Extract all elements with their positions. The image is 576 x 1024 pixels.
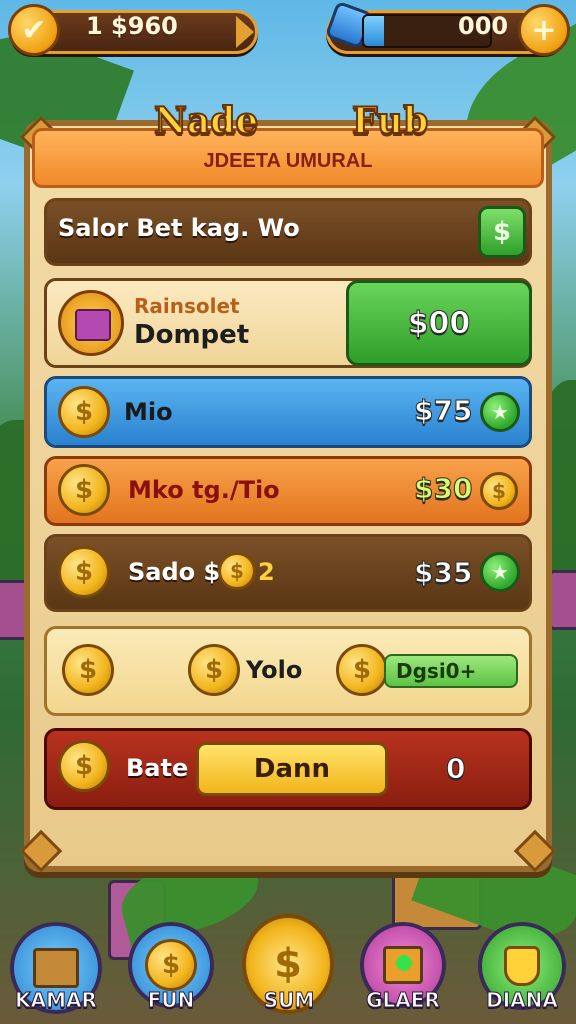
star-icon: ★ — [491, 400, 509, 424]
nav-glaer-label: GLAER — [366, 988, 441, 1013]
mio-value: $75 — [413, 394, 473, 428]
wallet-label: Dompet — [134, 320, 250, 350]
checkmark-button[interactable]: ✔ — [8, 4, 60, 56]
coin-icon: $ — [336, 644, 388, 696]
dann-button-label: Dann — [253, 754, 331, 784]
plus-icon: + — [531, 12, 557, 48]
bet-row-label: Salor Bet kag. Wo — [58, 214, 300, 242]
gem-value: 000 — [458, 12, 509, 40]
bate-value: 0 — [445, 752, 466, 786]
mko-label: Mko tg./Tio — [128, 476, 280, 504]
bate-label: Bate — [126, 754, 189, 782]
treasure-box-icon — [58, 290, 124, 356]
coin-icon: $ — [145, 939, 197, 991]
coin-icon: $ — [274, 941, 302, 987]
star-icon: ★ — [491, 560, 509, 584]
dollar-button[interactable]: $ — [478, 206, 526, 258]
coin-icon: $ — [62, 644, 114, 696]
coin-stack-icon: $ — [58, 740, 110, 792]
dollar-icon: $ — [492, 217, 512, 247]
dann-button[interactable]: Dann — [196, 742, 388, 796]
sado-label: Sado $ — [128, 558, 221, 586]
nav-kamar-label: KAMAR — [15, 988, 98, 1013]
yolo-label: Yolo — [246, 656, 303, 684]
sado-suffix: 2 — [258, 558, 275, 586]
panel-title-right: Fub — [351, 99, 429, 143]
gem-box-icon — [383, 946, 423, 984]
wallet-sublabel: Rainsolet — [134, 294, 240, 318]
sado-star-button[interactable]: ★ — [480, 552, 520, 592]
coin-stack-icon: $ — [58, 464, 110, 516]
mio-star-button[interactable]: ★ — [480, 392, 520, 432]
yolo-field[interactable]: Dgsi0+ — [384, 654, 518, 688]
trophy-icon — [504, 946, 540, 986]
panel-title-left: Nade — [153, 99, 259, 143]
mko-coin-button[interactable]: $ — [480, 472, 518, 510]
panel-subtitle: JDEETA UMURAL — [203, 150, 373, 172]
nav-fun-label: FUN — [147, 988, 195, 1013]
mko-value: $30 — [413, 472, 473, 506]
coin-icon: $ — [188, 644, 240, 696]
add-gems-button[interactable]: + — [518, 4, 570, 56]
wallet-buy-label: $00 — [407, 305, 471, 341]
hud-arrow-icon — [236, 16, 254, 48]
coin-stack-icon: $ — [58, 546, 110, 598]
coin-icon: $ — [218, 552, 256, 590]
wallet-buy-button[interactable]: $00 — [346, 280, 532, 366]
currency-value: 1 $960 — [86, 12, 178, 40]
mio-label: Mio — [124, 398, 173, 426]
coin-icon: $ — [58, 386, 110, 438]
yolo-field-value: Dgsi0+ — [396, 659, 477, 683]
checkmark-icon: ✔ — [21, 12, 47, 48]
nav-diana-label: DIANA — [486, 988, 559, 1013]
sado-value: $35 — [413, 556, 473, 590]
nav-sum-label: SUM — [263, 988, 315, 1013]
treasure-chest-icon — [33, 948, 79, 988]
